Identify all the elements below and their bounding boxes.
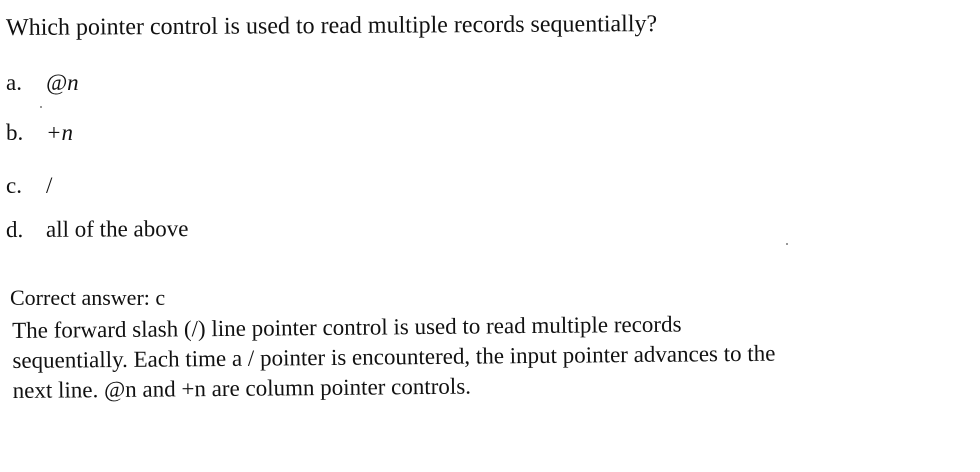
scan-speck (786, 243, 788, 245)
option-a: a. @n (6, 69, 79, 97)
correct-answer: Correct answer: c (10, 285, 166, 310)
option-text: @n (46, 70, 79, 95)
option-text: / (46, 173, 53, 198)
explanation-block: The forward slash (/) line pointer contr… (12, 307, 973, 406)
option-text: +n (46, 120, 74, 145)
option-letter: c. (6, 173, 22, 198)
scan-speck (40, 106, 42, 108)
option-letter: d. (5, 216, 24, 242)
option-d: d. all of the above (6, 215, 189, 244)
option-letter: a. (6, 70, 22, 95)
question-text: Which pointer control is used to read mu… (5, 11, 658, 41)
option-b: b. +n (6, 119, 73, 147)
option-text: all of the above (45, 216, 189, 242)
option-c: c. / (6, 172, 52, 200)
option-letter: b. (6, 120, 24, 145)
